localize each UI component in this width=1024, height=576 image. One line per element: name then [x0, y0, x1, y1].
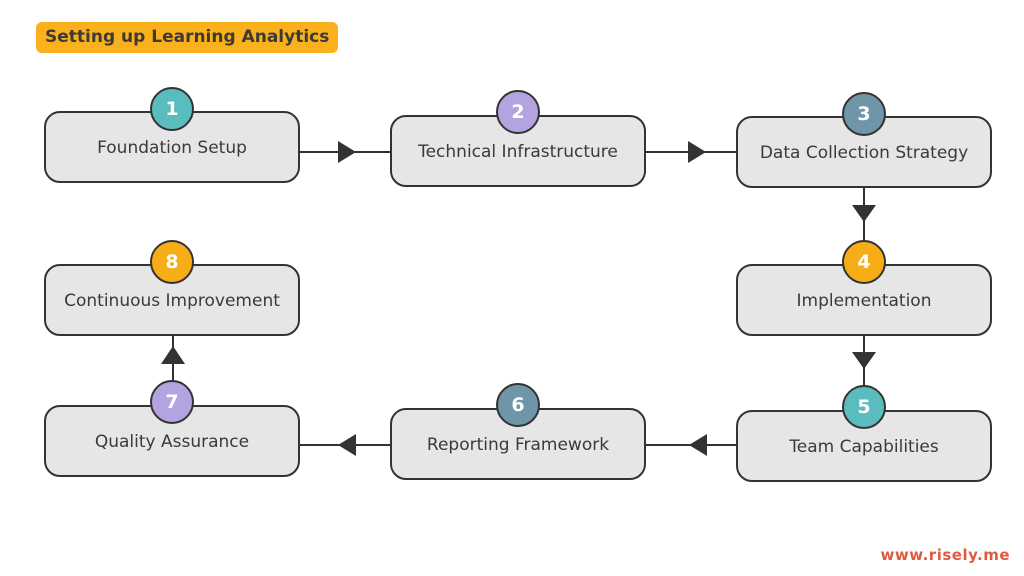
arrow-down-icon — [852, 205, 876, 222]
step-label: Data Collection Strategy — [759, 143, 969, 163]
step-label: Foundation Setup — [97, 138, 247, 158]
arrow-left-icon — [689, 434, 707, 456]
step-label: Technical Infrastructure — [418, 142, 618, 162]
arrow-left-icon — [338, 434, 356, 456]
step-label: Implementation — [796, 291, 932, 311]
step-label: Continuous Improvement — [64, 291, 280, 311]
step-number-badge-6: 6 — [496, 383, 540, 427]
arrow-up-icon — [161, 346, 185, 364]
step-number-badge-5: 5 — [842, 385, 886, 429]
arrow-right-icon — [338, 141, 356, 163]
step-number-badge-1: 1 — [150, 87, 194, 131]
website-link[interactable]: www.risely.me — [881, 546, 1011, 564]
step-number-badge-7: 7 — [150, 380, 194, 424]
step-number-badge-2: 2 — [496, 90, 540, 134]
arrow-right-icon — [688, 141, 706, 163]
step-number-badge-8: 8 — [150, 240, 194, 284]
step-number-badge-3: 3 — [842, 92, 886, 136]
step-label: Quality Assurance — [94, 432, 250, 452]
arrow-down-icon — [852, 352, 876, 369]
step-label: Reporting Framework — [426, 435, 610, 455]
step-number-badge-4: 4 — [842, 240, 886, 284]
step-label: Team Capabilities — [789, 437, 939, 457]
